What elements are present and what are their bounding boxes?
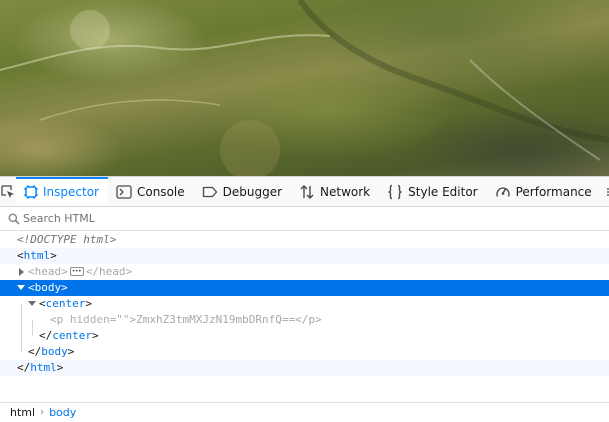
html-close-node[interactable]: </html>: [0, 360, 609, 376]
network-icon: [300, 184, 314, 199]
devtools-toolbar: Inspector Console Debugger Network Style…: [0, 176, 609, 207]
html-tag-name: html: [23, 249, 51, 262]
head-node[interactable]: <head></head>: [0, 264, 609, 280]
tab-console[interactable]: Console: [108, 177, 194, 206]
center-close-node[interactable]: </center>: [0, 328, 609, 344]
indent-guide: [32, 320, 33, 336]
doctype-node[interactable]: <!DOCTYPE html>: [0, 232, 609, 248]
search-html-input[interactable]: [23, 212, 423, 225]
doctype-text: <!DOCTYPE html>: [17, 233, 117, 246]
html-close-tag-name: html: [30, 361, 57, 374]
element-picker-button[interactable]: [0, 177, 16, 206]
p-hidden-node[interactable]: <p hidden="">ZmxhZ3tmMXJzN19mbDRnfQ==</p…: [0, 312, 609, 328]
head-tag-name: head: [34, 265, 62, 278]
tab-inspector[interactable]: Inspector: [16, 177, 108, 206]
p-attr-value: "": [116, 313, 130, 326]
tab-performance[interactable]: Performance: [487, 177, 601, 206]
markup-tree: <!DOCTYPE html> <html> <head></head> <bo…: [0, 232, 609, 376]
tab-style-editor-label: Style Editor: [408, 184, 478, 199]
tab-overflow[interactable]: [601, 177, 609, 206]
breadcrumb-body[interactable]: body: [49, 406, 76, 419]
search-html-bar: [0, 207, 609, 231]
tab-network-label: Network: [320, 184, 371, 199]
indent-guide: [21, 304, 22, 352]
center-close-tag-name: center: [52, 329, 92, 342]
html-open-node[interactable]: <html>: [0, 248, 609, 264]
body-close-tag-name: body: [41, 345, 68, 358]
inspector-icon: [24, 184, 38, 199]
tab-performance-label: Performance: [515, 184, 592, 199]
tab-inspector-label: Inspector: [43, 184, 99, 199]
tab-style-editor[interactable]: Style Editor: [379, 177, 486, 206]
center-open-node[interactable]: <center>: [0, 296, 609, 312]
tab-debugger[interactable]: Debugger: [194, 177, 291, 206]
p-text-content: ZmxhZ3tmMXJzN19mbDRnfQ==: [136, 313, 296, 326]
center-tag-name: center: [45, 297, 86, 310]
console-icon: [116, 184, 132, 199]
tab-console-label: Console: [136, 184, 185, 199]
head-close-tag-name: head: [99, 265, 126, 278]
body-node[interactable]: <body>: [0, 280, 609, 296]
performance-icon: [495, 186, 510, 197]
search-icon: [8, 212, 20, 225]
debugger-icon: [202, 186, 217, 197]
tab-network[interactable]: Network: [291, 177, 379, 206]
landscape-texture: [0, 0, 609, 176]
breadcrumb-html[interactable]: html: [10, 406, 35, 419]
p-attr-name: hidden: [69, 313, 110, 326]
element-picker-icon: [1, 184, 14, 198]
breadcrumb: html › body: [0, 402, 609, 422]
page-content-image: [0, 0, 609, 176]
expand-head-twisty[interactable]: [19, 268, 24, 276]
body-tag-name: body: [34, 281, 62, 294]
collapse-center-twisty[interactable]: [28, 301, 36, 306]
collapse-body-twisty[interactable]: [17, 285, 25, 290]
body-close-node[interactable]: </body>: [0, 344, 609, 360]
style-editor-icon: [388, 184, 402, 199]
chevron-right-icon: ›: [40, 407, 45, 418]
collapsed-ellipsis-icon[interactable]: [69, 264, 84, 280]
tab-debugger-label: Debugger: [222, 184, 283, 199]
p-close-tag-name: p: [308, 313, 315, 326]
